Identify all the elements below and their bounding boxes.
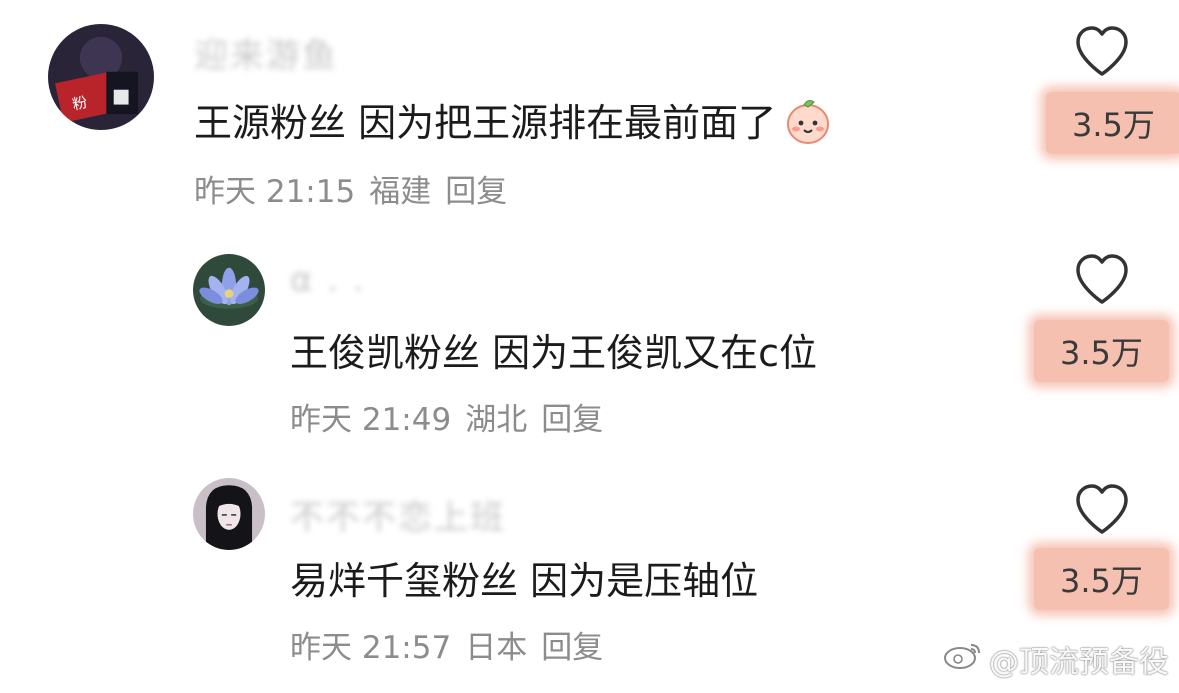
reply-button[interactable]: 回复 (541, 394, 603, 439)
comment-meta: 昨天 21:49 湖北 回复 (290, 394, 603, 439)
timestamp: 昨天 21:57 (290, 630, 452, 666)
watermark-text: @顶流预备役 (989, 645, 1169, 680)
watermark: @顶流预备役 (943, 637, 1169, 681)
comment-text-body: 王俊凯粉丝 因为王俊凯又在c位 (290, 331, 817, 375)
username[interactable]: 迎来游鱼 (194, 28, 338, 77)
like-count: 3.5万 (1034, 320, 1169, 382)
avatar[interactable] (193, 254, 265, 326)
location: 日本 (465, 630, 528, 666)
heart-icon (1076, 484, 1128, 534)
comment-text: 王俊凯粉丝 因为王俊凯又在c位 (290, 322, 817, 377)
smiling-peach-emoji-icon (782, 94, 834, 146)
avatar[interactable]: 粉 (48, 24, 154, 130)
location: 湖北 (465, 402, 528, 438)
comment-meta: 昨天 21:15 福建 回复 (194, 166, 507, 211)
timestamp: 昨天 21:15 (194, 174, 356, 210)
reply-button[interactable]: 回复 (445, 166, 507, 211)
comment-text: 易烊千玺粉丝 因为是压轴位 (290, 550, 758, 605)
username[interactable]: 不不不恋上班 (290, 490, 506, 539)
like-count: 3.5万 (1034, 548, 1169, 610)
comment-meta: 昨天 21:57 日本 回复 (290, 622, 603, 667)
weibo-logo-icon (943, 639, 983, 679)
like-button[interactable] (1072, 250, 1132, 310)
comment-text-body: 易烊千玺粉丝 因为是压轴位 (290, 559, 759, 603)
reply-button[interactable]: 回复 (541, 622, 603, 667)
username[interactable]: α . . (290, 260, 366, 300)
comment-text-body: 王源粉丝 因为把王源排在最前面了 (194, 101, 777, 145)
like-button[interactable] (1072, 480, 1132, 540)
like-button[interactable] (1072, 22, 1132, 82)
timestamp: 昨天 21:49 (290, 402, 452, 438)
location: 福建 (369, 174, 432, 210)
heart-icon (1076, 254, 1128, 304)
comment-text: 王源粉丝 因为把王源排在最前面了 (194, 92, 834, 147)
heart-icon (1076, 26, 1128, 76)
like-count: 3.5万 (1046, 92, 1179, 154)
avatar[interactable] (193, 478, 265, 550)
